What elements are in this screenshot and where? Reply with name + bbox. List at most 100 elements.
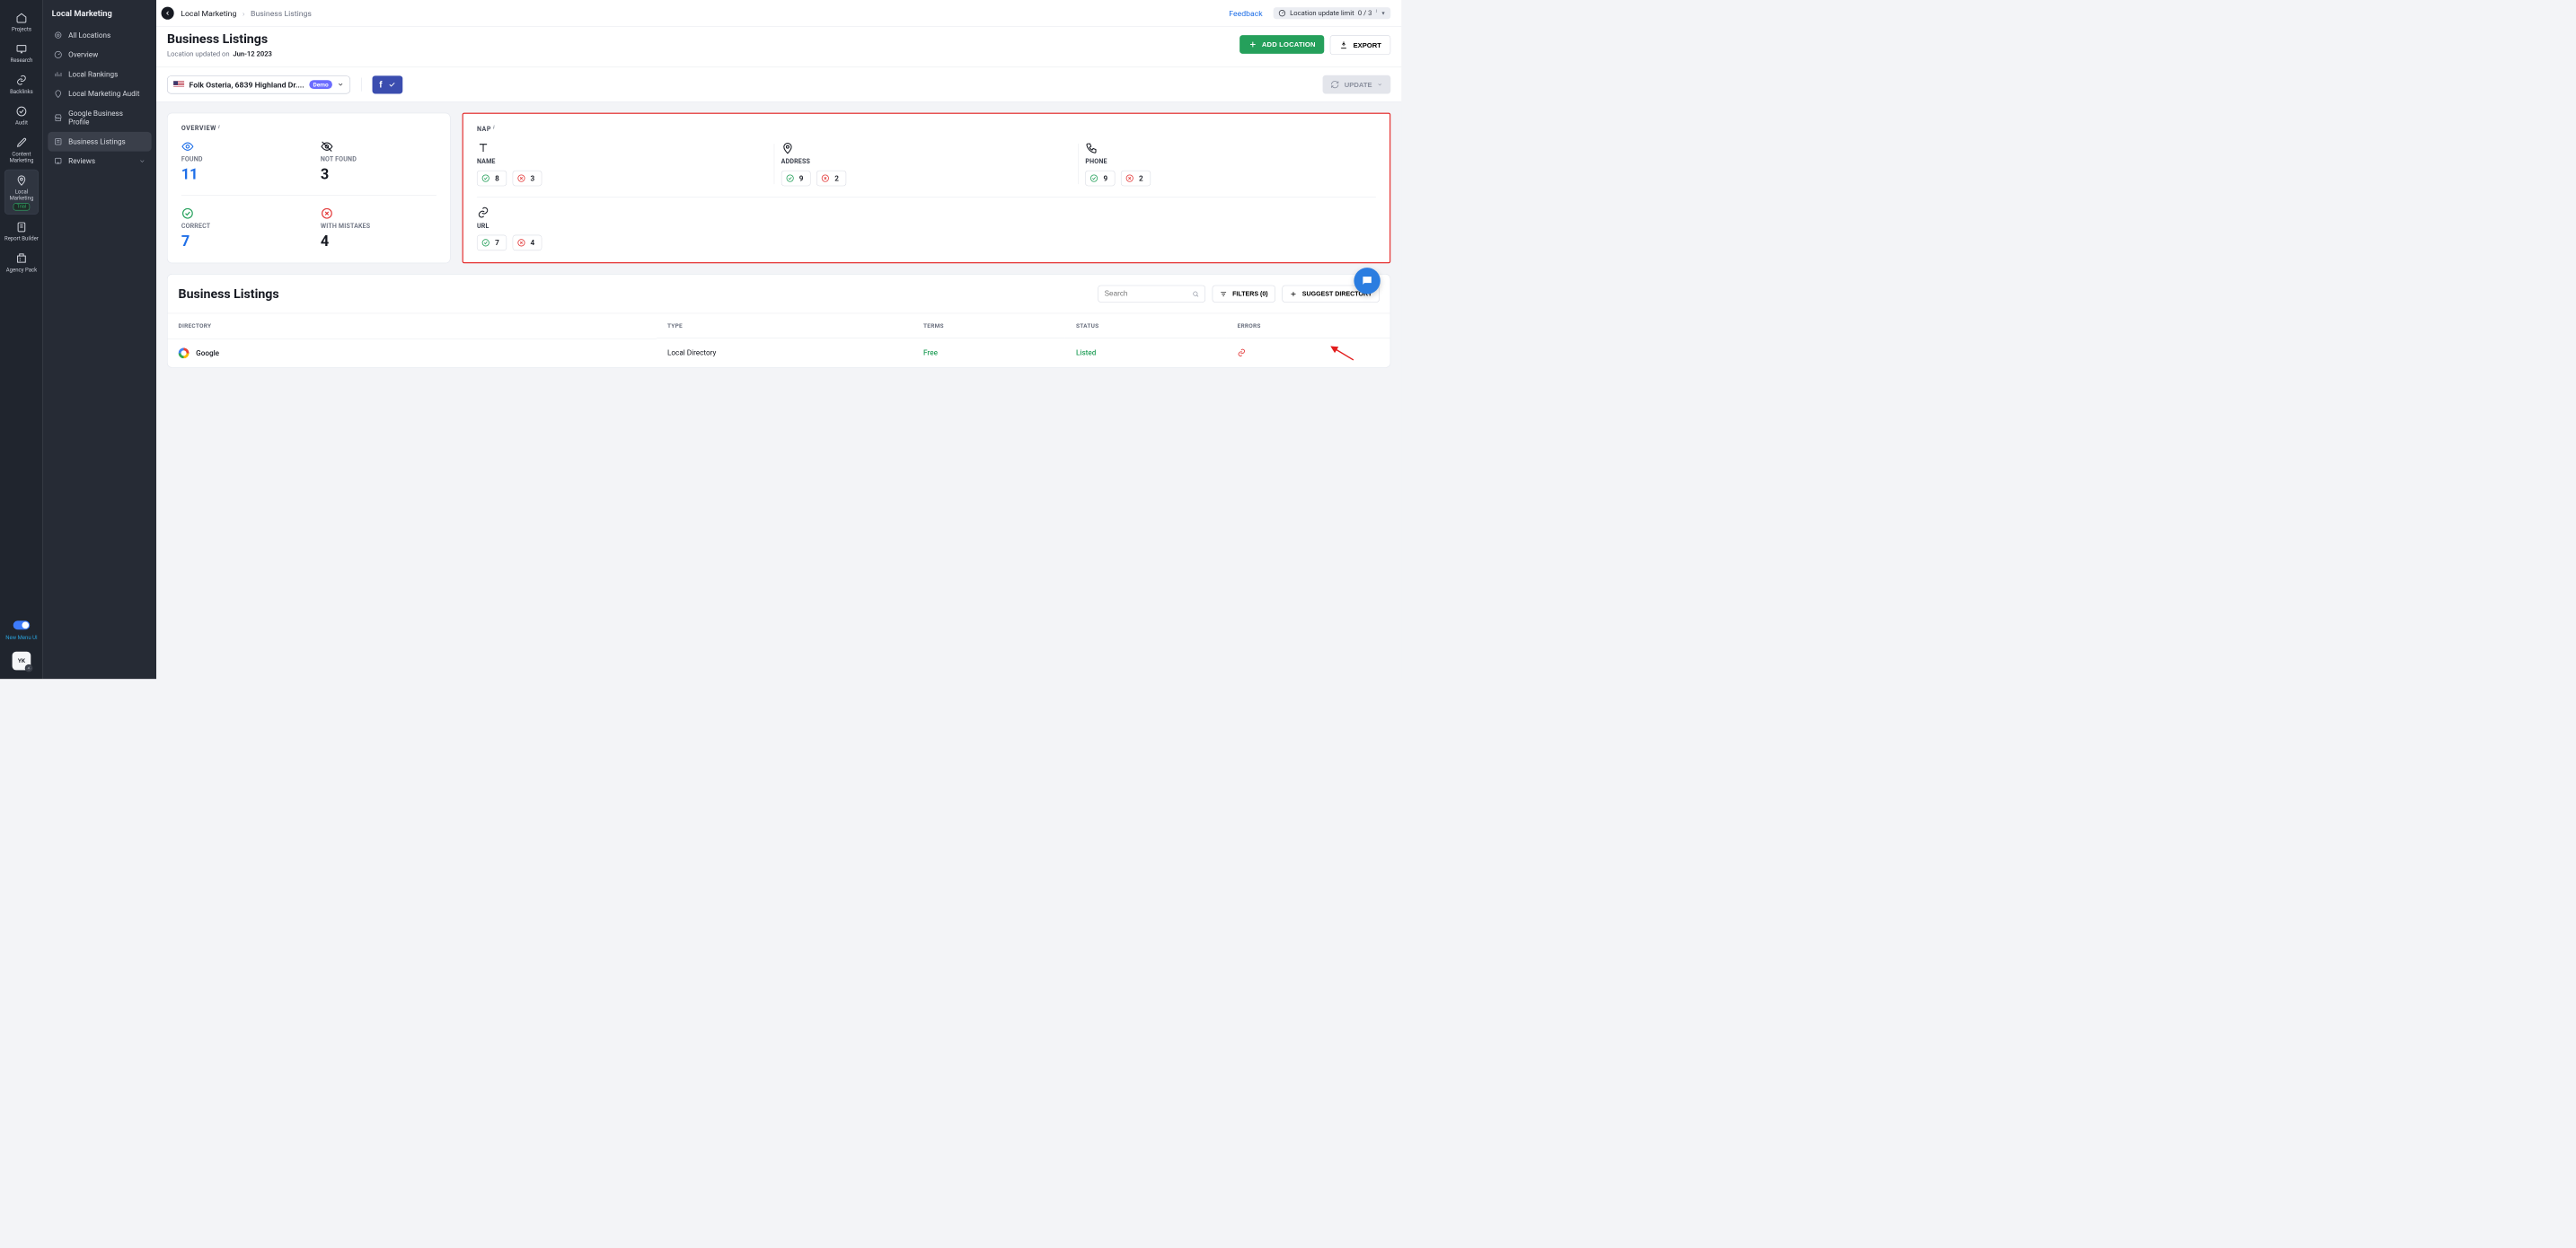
- info-icon: i: [1376, 9, 1377, 14]
- col-directory[interactable]: DIRECTORY: [168, 313, 657, 338]
- sidebar-item-local-marketing-audit[interactable]: Local Marketing Audit: [48, 84, 151, 104]
- nap-url: URL 7 4: [477, 207, 542, 251]
- check-circle-icon: [1090, 174, 1098, 183]
- nav-report-builder-label: Report Builder: [4, 235, 39, 242]
- nav-local-marketing[interactable]: Local Marketing Trial: [4, 170, 39, 215]
- col-status[interactable]: STATUS: [1065, 313, 1227, 338]
- sidebar-item-overview[interactable]: Overview: [48, 45, 151, 65]
- nav-projects[interactable]: Projects: [4, 7, 39, 37]
- table-row[interactable]: Google Local Directory Free Listed: [168, 338, 1390, 367]
- plus-icon: [1290, 290, 1298, 298]
- listings-title: Business Listings: [179, 286, 279, 301]
- back-button[interactable]: [162, 7, 174, 20]
- caret-down-icon: ▼: [1381, 11, 1385, 16]
- add-location-label: ADD LOCATION: [1262, 40, 1316, 48]
- update-button[interactable]: UPDATE: [1323, 75, 1390, 94]
- url-ok-pill[interactable]: 7: [477, 235, 507, 250]
- location-selector[interactable]: Folk Osteria, 6839 Highland Dr.... Demo: [167, 75, 350, 93]
- check-circle-icon: [786, 174, 795, 183]
- nav-agency-pack[interactable]: Agency Pack: [4, 248, 39, 277]
- page-header: Business Listings Location updated on Ju…: [156, 27, 1401, 67]
- nav-report-builder[interactable]: Report Builder: [4, 216, 39, 246]
- limit-value: 0 / 3: [1358, 9, 1372, 17]
- nav-backlinks[interactable]: Backlinks: [4, 69, 39, 99]
- filters-label: FILTERS (0): [1232, 290, 1268, 297]
- breadcrumb-root[interactable]: Local Marketing: [181, 9, 236, 18]
- check-circle-icon: [481, 174, 490, 183]
- filter-icon: [1220, 290, 1228, 298]
- nav-audit[interactable]: Audit: [4, 101, 39, 130]
- x-circle-icon: [516, 238, 525, 247]
- secondary-nav: Local Marketing All Locations Overview L…: [43, 0, 156, 679]
- correct-value: 7: [181, 233, 297, 250]
- phone-err-pill[interactable]: 2: [1121, 171, 1151, 186]
- phone-icon: [1085, 142, 1098, 154]
- add-location-button[interactable]: ADD LOCATION: [1239, 35, 1325, 54]
- col-errors[interactable]: ERRORS: [1227, 313, 1390, 338]
- nav-audit-label: Audit: [15, 119, 28, 126]
- controls-row: Folk Osteria, 6839 Highland Dr.... Demo …: [156, 67, 1401, 102]
- search-box[interactable]: [1098, 286, 1206, 303]
- address-ok-pill[interactable]: 9: [781, 171, 811, 186]
- location-name: Folk Osteria, 6839 Highland Dr....: [190, 80, 304, 89]
- x-circle-icon: [516, 174, 525, 183]
- user-initials: YK: [18, 657, 25, 664]
- page-title: Business Listings: [167, 31, 272, 46]
- updated-text: Location updated on Jun-12 2023: [167, 50, 272, 58]
- sidebar-item-label: Overview: [68, 50, 98, 59]
- eye-off-icon: [321, 140, 333, 153]
- filters-button[interactable]: FILTERS (0): [1213, 286, 1275, 303]
- sidebar-item-all-locations[interactable]: All Locations: [48, 25, 151, 45]
- link-error-icon[interactable]: [1238, 348, 1247, 357]
- overview-not-found: NOT FOUND 3: [321, 140, 437, 183]
- url-err-pill[interactable]: 4: [512, 235, 542, 250]
- nap-name: NAME 8 3: [477, 142, 768, 187]
- nav-backlinks-label: Backlinks: [10, 88, 32, 94]
- info-icon[interactable]: i: [218, 125, 220, 130]
- sidebar-item-reviews[interactable]: Reviews: [48, 152, 151, 171]
- cell-status: Listed: [1076, 348, 1096, 357]
- listings-card: Business Listings FILTERS (0) SUGGEST DI…: [167, 274, 1390, 367]
- overview-card: OVERVIEWi FOUND 11 NOT FOUND 3: [167, 113, 451, 264]
- sidebar-item-label: Business Listings: [68, 137, 126, 146]
- nav-projects-label: Projects: [12, 26, 31, 32]
- user-avatar[interactable]: YK: [13, 652, 31, 671]
- location-limit-pill[interactable]: Location update limit 0 / 3 i ▼: [1274, 7, 1391, 19]
- facebook-connect-button[interactable]: f: [373, 75, 403, 93]
- feedback-link[interactable]: Feedback: [1229, 9, 1262, 18]
- x-circle-icon: [1125, 174, 1134, 183]
- cell-terms: Free: [923, 348, 938, 357]
- annotation-arrow: [1327, 343, 1356, 363]
- gear-icon: [25, 664, 33, 672]
- phone-ok-pill[interactable]: 9: [1085, 171, 1115, 186]
- nav-content-marketing[interactable]: Content Marketing: [4, 132, 39, 168]
- sidebar-item-google-business-profile[interactable]: Google Business Profile: [48, 103, 151, 132]
- chat-icon: [1361, 275, 1373, 287]
- menu-ui-toggle[interactable]: [13, 620, 30, 629]
- link-icon: [477, 207, 490, 219]
- check-circle-icon: [481, 238, 490, 247]
- sidebar-item-label: Local Marketing Audit: [68, 90, 139, 99]
- plus-icon: [1248, 40, 1257, 49]
- col-type[interactable]: TYPE: [657, 313, 913, 338]
- chat-button[interactable]: [1354, 268, 1380, 294]
- main-content: Local Marketing › Business Listings Feed…: [156, 0, 1401, 679]
- primary-nav: Projects Research Backlinks Audit Conten…: [0, 0, 43, 679]
- chevron-down-icon: [1377, 82, 1383, 88]
- name-ok-pill[interactable]: 8: [477, 171, 507, 186]
- sidebar-item-business-listings[interactable]: Business Listings: [48, 132, 151, 152]
- export-button[interactable]: EXPORT: [1330, 35, 1390, 55]
- nav-research[interactable]: Research: [4, 38, 39, 67]
- nap-title: NAPi: [477, 126, 1376, 133]
- sidebar-item-local-rankings[interactable]: Local Rankings: [48, 65, 151, 84]
- overview-correct: CORRECT 7: [181, 207, 297, 250]
- cards-row: OVERVIEWi FOUND 11 NOT FOUND 3: [156, 102, 1401, 274]
- name-err-pill[interactable]: 3: [512, 171, 542, 186]
- nap-address: ADDRESS 9 2: [781, 142, 1072, 187]
- search-input[interactable]: [1105, 290, 1187, 298]
- col-terms[interactable]: TERMS: [913, 313, 1065, 338]
- search-icon: [1192, 290, 1199, 298]
- address-err-pill[interactable]: 2: [816, 171, 846, 186]
- nav-content-marketing-label: Content Marketing: [4, 151, 39, 163]
- info-icon[interactable]: i: [493, 125, 495, 130]
